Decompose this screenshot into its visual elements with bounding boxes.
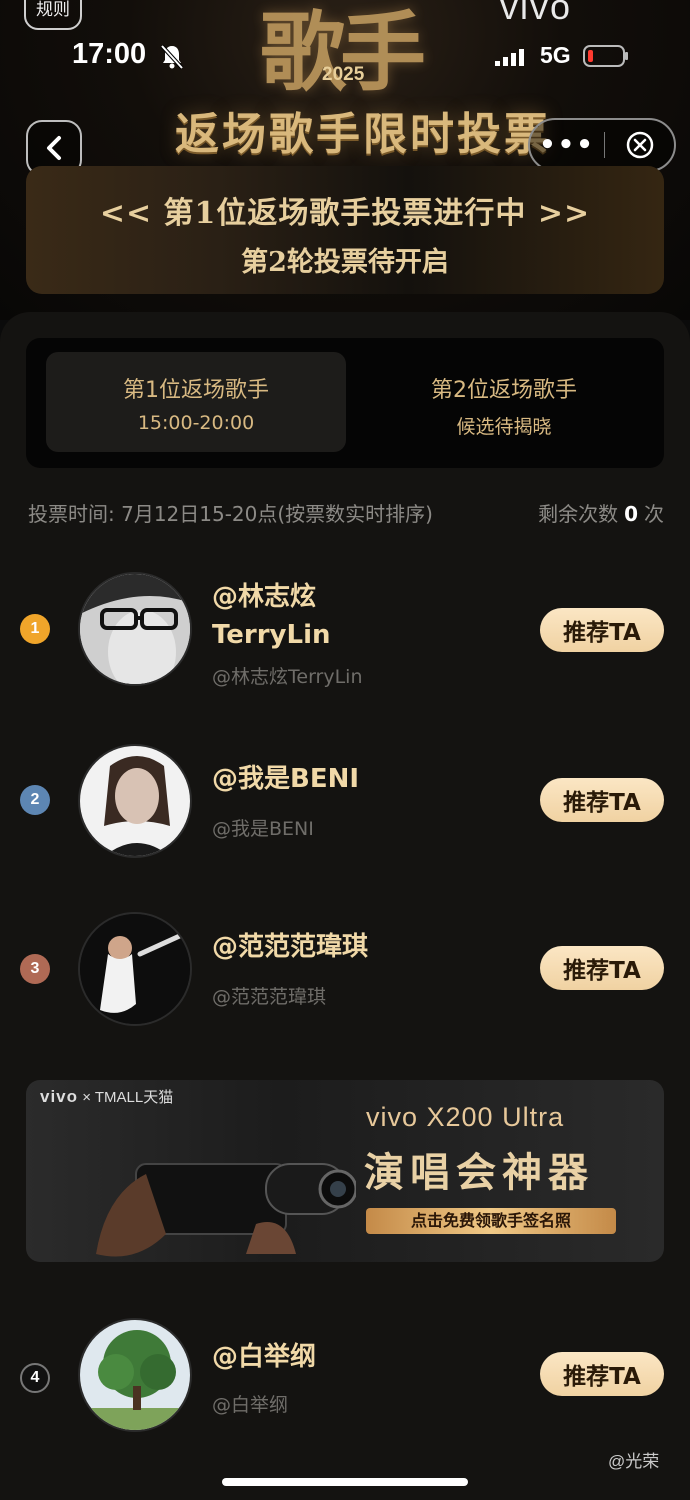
remaining-votes: 剩余次数 0 次 (538, 498, 664, 527)
candidate-row: 4 @白举纲 @白举纲 推荐TA (0, 1316, 690, 1436)
status-line-current: << 第1位返场歌手投票进行中 >> (99, 196, 591, 231)
recommend-button[interactable]: 推荐TA (540, 608, 664, 652)
avatar (78, 744, 192, 858)
vote-status-card: << 第1位返场歌手投票进行中 >> 第2轮投票待开启 (26, 166, 664, 294)
avatar-photo (80, 914, 190, 1024)
vote-time-info: 投票时间: 7月12日15-20点(按票数实时排序) (28, 502, 433, 526)
candidate-handle: @白举纲 (212, 1394, 289, 1416)
rank-badge: 1 (20, 614, 50, 644)
close-button[interactable] (605, 120, 674, 170)
remaining-count: 0 (624, 502, 638, 526)
remaining-unit: 次 (644, 502, 664, 526)
candidate-row: 1 @林志炫 TerryLin @林志炫TerryLin 推荐TA (0, 570, 690, 690)
candidate-name: @白举纲 (212, 1342, 317, 1372)
candidate-handle: @范范范瑋琪 (212, 986, 327, 1008)
status-line-next: 第2轮投票待开启 (241, 247, 449, 278)
avatar (78, 572, 192, 686)
ad-title: vivo X200 Ultra (366, 1102, 565, 1132)
miniapp-capsule: ••• (528, 118, 676, 172)
tab-subtitle: 15:00-20:00 (137, 412, 255, 434)
recommend-button[interactable]: 推荐TA (540, 778, 664, 822)
brand-logo: vivo (500, 0, 573, 27)
candidate-row: 2 @我是BENI @我是BENI 推荐TA (0, 742, 690, 862)
close-icon (626, 131, 653, 159)
show-year: 2025 (322, 64, 365, 85)
ad-cta-button[interactable]: 点击免费领歌手签名照 (366, 1208, 616, 1234)
avatar (78, 1318, 192, 1432)
remaining-label: 剩余次数 (538, 502, 619, 526)
rank-badge: 4 (20, 1363, 50, 1393)
header-banner: 规则 歌手 2025 vivo 17:00 5G 返场歌手限时投票 ••• <<… (0, 0, 690, 320)
recommend-button[interactable]: 推荐TA (540, 1352, 664, 1396)
watermark: @光荣 (608, 1452, 660, 1471)
candidate-row: 3 @范范范瑋琪 @范范范瑋琪 推荐TA (0, 910, 690, 1030)
page-headline: 返场歌手限时投票 (175, 109, 551, 160)
tab-title: 第1位返场歌手 (123, 378, 269, 403)
tab-subtitle: 候选待揭晓 (456, 416, 552, 438)
candidate-name: @范范范瑋琪 (212, 932, 369, 962)
home-indicator[interactable] (222, 1478, 468, 1486)
avatar (78, 912, 192, 1026)
status-time: 17:00 (72, 38, 147, 70)
avatar-photo (80, 746, 190, 856)
camera-phone-image (96, 1163, 356, 1257)
candidate-name: @林志炫 (212, 582, 317, 612)
round-tabs: 第1位返场歌手 15:00-20:00 第2位返场歌手 候选待揭晓 (26, 338, 664, 468)
tab-singer-2[interactable]: 第2位返场歌手 候选待揭晓 (354, 352, 654, 452)
signal-icon (495, 49, 524, 66)
avatar-photo (80, 574, 190, 684)
rank-badge: 3 (20, 954, 50, 984)
tab-title: 第2位返场歌手 (431, 378, 577, 403)
ad-slogan: 演唱会神器 (364, 1149, 594, 1196)
candidate-name-line2: TerryLin (212, 620, 331, 650)
more-button[interactable]: ••• (530, 120, 604, 170)
vote-panel: 第1位返场歌手 15:00-20:00 第2位返场歌手 候选待揭晓 投票时间: … (0, 312, 690, 1500)
recommend-button[interactable]: 推荐TA (540, 946, 664, 990)
avatar-photo (80, 1320, 190, 1430)
rules-button[interactable]: 规则 (24, 0, 82, 30)
promo-banner[interactable]: vivo × TMALL天猫 vivo X200 Ultra 演唱会神器 点击免… (26, 1080, 664, 1262)
candidate-handle: @我是BENI (212, 818, 314, 840)
candidate-handle: @林志炫TerryLin (212, 666, 363, 688)
chevron-left-icon (47, 136, 61, 160)
network-label: 5G (540, 42, 571, 68)
tab-singer-1[interactable]: 第1位返场歌手 15:00-20:00 (46, 352, 346, 452)
mute-bell-icon (160, 44, 184, 70)
rank-badge: 2 (20, 785, 50, 815)
candidate-name: @我是BENI (212, 764, 360, 794)
battery-icon (583, 45, 628, 67)
